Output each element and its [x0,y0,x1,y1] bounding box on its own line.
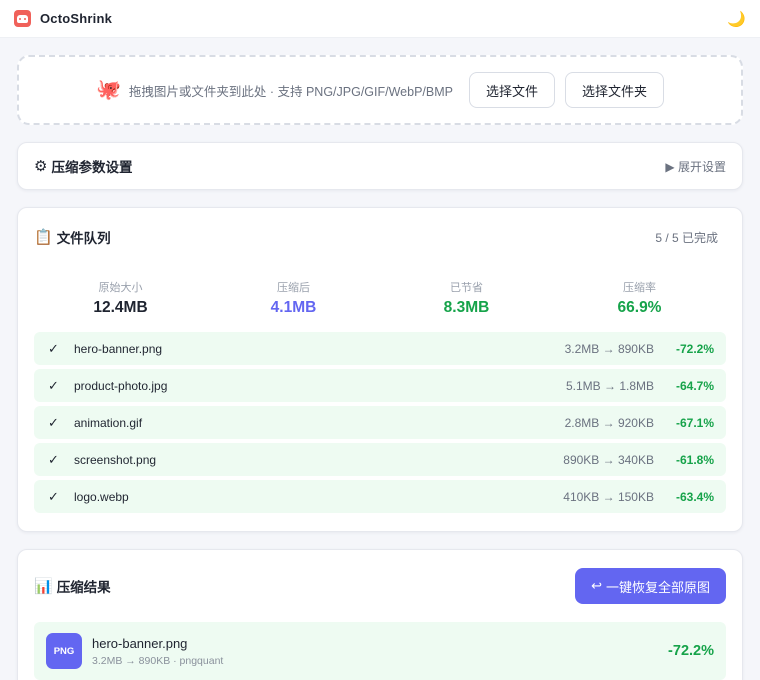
file-size-change: 2.8MB → 920KB [564,415,654,430]
stat-label: 已节省 [450,282,483,294]
top-bar: OctoShrink 🌙 [0,0,760,38]
select-files-button[interactable]: 选择文件 [468,72,555,108]
check-icon: ✓ [48,340,59,356]
stat-ratio: 压缩率 66.9% [553,266,726,330]
file-list: ✓ hero-banner.png 3.2MB → 890KB -72.2% ✓… [34,332,726,513]
file-row[interactable]: ✓ product-photo.jpg 5.1MB → 1.8MB -64.7% [34,369,726,402]
file-row[interactable]: ✓ animation.gif 2.8MB → 920KB -67.1% [34,406,726,439]
restore-all-button[interactable]: ↩ 一键恢复全部原图 [575,568,726,604]
file-queue-panel: 📋 文件队列 5 / 5 已完成 原始大小 12.4MB 压缩后 4.1MB 已… [17,207,743,532]
clipboard-icon: 📋 [34,229,53,246]
result-row[interactable]: PNG hero-banner.png 3.2MB → 890KB · pngq… [34,622,726,680]
check-icon: ✓ [48,377,59,393]
stats-summary: 原始大小 12.4MB 压缩后 4.1MB 已节省 8.3MB 压缩率 66.9… [34,266,726,330]
stat-saved: 已节省 8.3MB [380,266,553,330]
undo-icon: ↩ [591,578,602,593]
app-logo-icon [14,10,31,27]
drop-zone[interactable]: 🐙 拖拽图片或文件夹到此处 · 支持 PNG/JPG/GIF/WebP/BMP … [17,55,743,125]
stat-original-size: 原始大小 12.4MB [34,266,207,330]
results-title: 压缩结果 [56,580,111,595]
settings-title: 压缩参数设置 [51,160,133,175]
stat-label: 压缩率 [623,282,656,294]
file-type-badge: PNG [46,633,82,669]
file-row[interactable]: ✓ screenshot.png 890KB → 340KB -61.8% [34,443,726,476]
drop-zone-text: 拖拽图片或文件夹到此处 · 支持 PNG/JPG/GIF/WebP/BMP [128,84,453,99]
result-file-name: hero-banner.png [92,635,188,651]
app-title: OctoShrink [40,11,113,26]
result-reduction: -72.2% [668,643,714,659]
queue-header: 📋 文件队列 [34,227,111,247]
settings-panel: ⚙ 压缩参数设置 ▶ 展开设置 [17,142,743,190]
check-icon: ✓ [48,451,59,467]
results-panel: 📊 压缩结果 ↩ 一键恢复全部原图 PNG hero-banner.png 3.… [17,549,743,680]
stat-label: 压缩后 [277,282,310,294]
file-name: animation.gif [74,415,143,430]
file-reduction: -64.7% [675,378,714,393]
file-size-change: 410KB → 150KB [563,489,654,504]
octopus-icon: 🐙 [95,79,121,101]
file-reduction: -61.8% [675,452,714,467]
result-file-meta: 3.2MB → 890KB · pngquant [92,654,224,667]
stat-compressed-size: 压缩后 4.1MB [207,266,380,330]
stat-label: 原始大小 [98,282,143,294]
stat-value: 12.4MB [93,299,148,316]
stat-value: 66.9% [617,299,662,316]
select-folder-button[interactable]: 选择文件夹 [565,72,665,108]
bar-chart-icon: 📊 [34,578,53,595]
file-reduction: -67.1% [675,415,714,430]
check-icon: ✓ [48,488,59,504]
settings-header: ⚙ 压缩参数设置 [34,156,132,176]
file-name: screenshot.png [74,452,157,467]
file-name: logo.webp [74,489,129,504]
queue-progress-count: 5 / 5 已完成 [655,230,718,245]
results-header: 📊 压缩结果 [34,576,111,596]
file-name: hero-banner.png [74,341,163,356]
file-row[interactable]: ✓ logo.webp 410KB → 150KB -63.4% [34,480,726,513]
stat-value: 4.1MB [270,299,317,316]
file-reduction: -63.4% [675,489,714,504]
moon-icon[interactable]: 🌙 [727,10,746,28]
file-size-change: 890KB → 340KB [563,452,654,467]
file-row[interactable]: ✓ hero-banner.png 3.2MB → 890KB -72.2% [34,332,726,365]
expand-settings-toggle[interactable]: ▶ 展开设置 [665,158,726,175]
file-name: product-photo.jpg [74,378,168,393]
restore-all-label: 一键恢复全部原图 [605,579,710,595]
file-reduction: -72.2% [675,341,714,356]
check-icon: ✓ [48,414,59,430]
gear-icon: ⚙ [34,158,48,175]
queue-title: 文件队列 [56,231,111,246]
file-size-change: 3.2MB → 890KB [564,341,654,356]
stat-value: 8.3MB [443,299,490,316]
file-size-change: 5.1MB → 1.8MB [565,378,654,393]
